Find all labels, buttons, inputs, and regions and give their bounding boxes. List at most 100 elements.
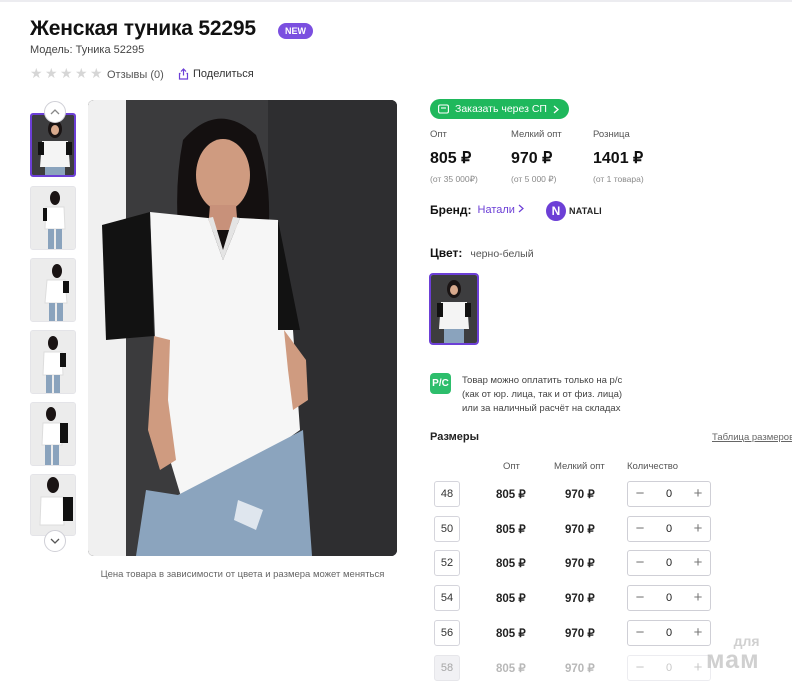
thumbnails-up-button[interactable] [44, 101, 66, 123]
thumbnail-image [32, 115, 74, 175]
quantity-stepper: − 0 + [627, 620, 711, 646]
size-price-opt: 805 ₽ [496, 524, 526, 536]
size-row: 58 805 ₽ 970 ₽ − 0 + [434, 655, 714, 681]
size-label: 50 [434, 516, 460, 542]
minus-icon[interactable]: − [631, 588, 649, 608]
quantity-input[interactable]: 0 [658, 523, 680, 535]
size-label: 54 [434, 585, 460, 611]
minus-icon[interactable]: − [631, 519, 649, 539]
quantity-stepper: − 0 + [627, 550, 711, 576]
size-price-small-opt: 970 ₽ [565, 593, 595, 605]
size-price-small-opt: 970 ₽ [565, 558, 595, 570]
order-via-sp-button[interactable]: Заказать через СП [430, 99, 569, 119]
minus-icon[interactable]: − [631, 623, 649, 643]
star-icon: ★ [30, 65, 43, 81]
price-label: Розница [593, 129, 630, 140]
thumbnails-down-button[interactable] [44, 530, 66, 552]
product-title: Женская туника 52295 [30, 17, 256, 40]
minus-icon[interactable]: − [631, 658, 649, 678]
payment-line: или за наличный расчёт на складах [462, 403, 621, 414]
quantity-input[interactable]: 0 [658, 592, 680, 604]
size-row: 56 805 ₽ 970 ₽ − 0 + [434, 620, 714, 646]
chevron-right-icon [553, 105, 559, 113]
new-badge: NEW [278, 23, 313, 39]
thumbnail-4[interactable] [30, 330, 76, 394]
size-row: 50 805 ₽ 970 ₽ − 0 + [434, 516, 714, 542]
quantity-input[interactable]: 0 [658, 627, 680, 639]
size-label: 52 [434, 550, 460, 576]
quantity-input[interactable]: 0 [658, 488, 680, 500]
cart-icon [438, 104, 449, 114]
price-value: 970 ₽ [511, 150, 553, 167]
size-price-small-opt: 970 ₽ [565, 628, 595, 640]
swatch-image [431, 275, 477, 343]
price-label: Мелкий опт [511, 129, 562, 140]
brand-logo-text: NATALI [569, 206, 602, 216]
share-button[interactable]: Поделиться [178, 68, 254, 80]
thumbnail-image [31, 187, 75, 249]
payment-line: (как от юр. лица, так и от физ. лица) [462, 389, 623, 400]
payment-line: Товар можно оплатить только на р/с [462, 375, 623, 386]
rating-stars[interactable]: ★ ★ ★ ★ ★ [30, 65, 103, 81]
chevron-right-icon [518, 204, 524, 213]
price-note: (от 1 товара) [593, 174, 644, 184]
chevron-up-icon [50, 109, 60, 115]
main-product-photo[interactable] [88, 100, 397, 556]
watermark-big: мам [706, 646, 760, 674]
brand-logo-mark: N [546, 201, 566, 221]
star-icon: ★ [90, 65, 103, 81]
sizes-title: Размеры [430, 431, 480, 443]
payment-account-icon: Р/С [430, 373, 451, 394]
size-price-small-opt: 970 ₽ [565, 489, 595, 501]
brand-row: Бренд: Натали [430, 203, 524, 217]
plus-icon[interactable]: + [689, 588, 707, 608]
brand-key: Бренд: [430, 203, 472, 217]
site-watermark: для мам [706, 634, 760, 673]
quantity-input[interactable]: 0 [658, 557, 680, 569]
price-value: 805 ₽ [430, 150, 472, 167]
size-chart-link[interactable]: Таблица размеров [712, 432, 792, 443]
brand-link[interactable]: Натали [478, 204, 524, 216]
reviews-link[interactable]: Отзывы (0) [107, 69, 164, 81]
size-price-opt: 805 ₽ [496, 489, 526, 501]
thumbnail-image [31, 331, 75, 393]
thumbnail-5[interactable] [30, 402, 76, 466]
size-price-opt: 805 ₽ [496, 558, 526, 570]
price-disclaimer: Цена товара в зависимости от цвета и раз… [100, 569, 385, 580]
price-label: Опт [430, 129, 447, 140]
star-icon: ★ [75, 65, 88, 81]
thumbnail-3[interactable] [30, 258, 76, 322]
plus-icon[interactable]: + [689, 484, 707, 504]
thumbnail-image [31, 259, 75, 321]
quantity-stepper: − 0 + [627, 585, 711, 611]
price-opt: Опт 805 ₽ (от 35 000₽) [430, 129, 478, 185]
quantity-input[interactable]: 0 [658, 662, 680, 674]
size-price-small-opt: 970 ₽ [565, 663, 595, 675]
size-label: 48 [434, 481, 460, 507]
star-icon: ★ [45, 65, 58, 81]
product-image [88, 100, 397, 556]
plus-icon[interactable]: + [689, 658, 707, 678]
thumbnail-2[interactable] [30, 186, 76, 250]
size-price-opt: 805 ₽ [496, 628, 526, 640]
color-swatch-black-white[interactable] [429, 273, 479, 345]
minus-icon[interactable]: − [631, 553, 649, 573]
size-row: 48 805 ₽ 970 ₽ − 0 + [434, 481, 714, 507]
plus-icon[interactable]: + [689, 623, 707, 643]
thumbnail-6[interactable] [30, 474, 76, 536]
price-retail: Розница 1401 ₽ (от 1 товара) [593, 129, 644, 184]
price-small-opt: Мелкий опт 970 ₽ (от 5 000 ₽) [511, 129, 562, 185]
color-key: Цвет: [430, 246, 463, 260]
color-row: Цвет: черно-белый [430, 246, 534, 260]
brand-name: Натали [477, 204, 515, 216]
thumbnail-image [31, 403, 75, 465]
plus-icon[interactable]: + [689, 519, 707, 539]
plus-icon[interactable]: + [689, 553, 707, 573]
quantity-stepper: − 0 + [627, 481, 711, 507]
minus-icon[interactable]: − [631, 484, 649, 504]
brand-logo[interactable]: N NATALI [546, 201, 602, 221]
column-header-quantity: Количество [627, 461, 679, 472]
size-price-opt: 805 ₽ [496, 593, 526, 605]
column-header-opt: Опт [503, 461, 520, 472]
chevron-down-icon [50, 538, 60, 544]
